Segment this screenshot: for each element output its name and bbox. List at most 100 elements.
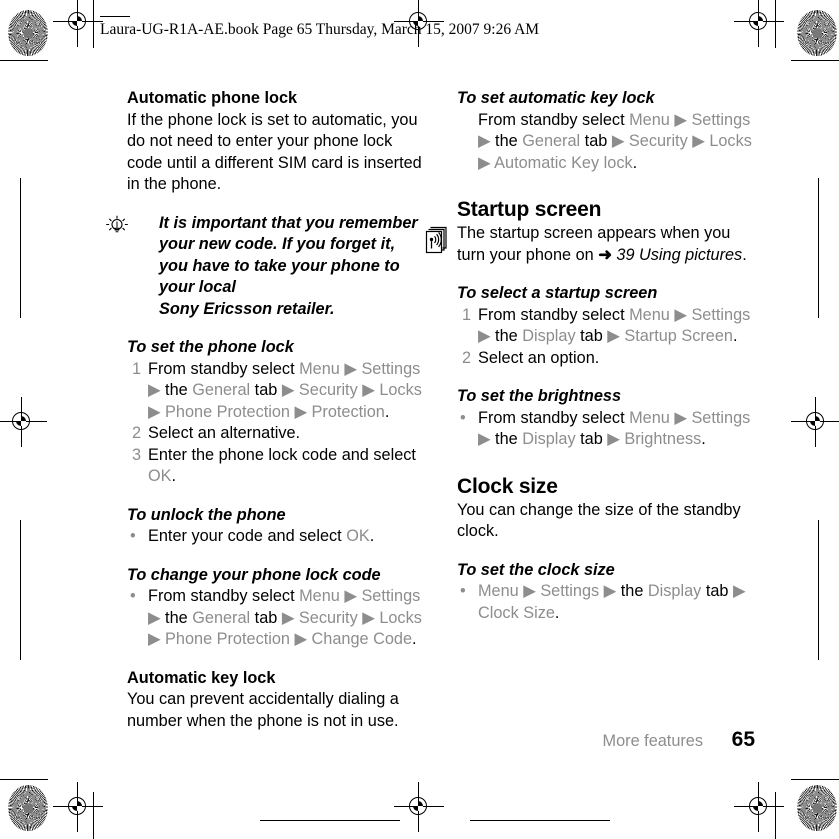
tip-note: It is important that you remember your n… — [106, 213, 425, 321]
instruction-step: • From standby select Menu ▶ Settings ▶ th… — [127, 586, 425, 651]
crop-mark — [0, 60, 48, 61]
instruction-step: 1 From standby select Menu ▶ Settings ▶ th… — [457, 305, 755, 348]
star-target-top-right — [797, 10, 837, 56]
step-number: 3 — [131, 445, 141, 464]
note-signal-icon — [424, 226, 450, 254]
step-number: 2 — [131, 424, 141, 442]
heading-to-select-a-startup-screen: To select a startup screen — [457, 284, 658, 302]
instruction-step: 3 Enter the phone lock code and select OK. — [127, 445, 425, 488]
registration-mark-middle-right — [791, 397, 839, 447]
crop-mark — [791, 779, 839, 780]
header-rule — [100, 16, 130, 17]
tip-note-text-line4: Sony Ericsson retailer. — [159, 299, 335, 318]
startup-screen-note: The startup screen appears when you turn… — [425, 223, 755, 266]
steps-to-set-the-clock-size: • Menu ▶ Settings ▶ the Display tab ▶ Clo… — [457, 581, 755, 624]
lightbulb-icon — [105, 215, 129, 239]
trim-tick — [20, 178, 21, 318]
step-number: 2 — [461, 348, 471, 367]
instruction-step: From standby select Menu ▶ Settings ▶ the… — [457, 110, 755, 175]
file-header-text: Laura-UG-R1A-AE.book Page 65 Thursday, M… — [100, 21, 540, 38]
instruction-step: 2 Select an option. — [457, 348, 755, 370]
step-text: From standby select Menu ▶ Settings ▶ the… — [478, 408, 751, 449]
registration-mark-bottom-center — [394, 782, 444, 832]
heading-to-set-the-clock-size: To set the clock size — [457, 560, 615, 579]
registration-mark-top-right — [734, 0, 784, 47]
left-text-column: Automatic phone lock If the phone lock i… — [106, 88, 425, 732]
heading-startup-screen: Startup screen — [457, 198, 602, 221]
step-text: Select an option. — [478, 348, 600, 367]
trim-tick — [260, 820, 400, 821]
steps-to-set-the-brightness: • From standby select Menu ▶ Settings ▶ th… — [457, 408, 755, 451]
step-text: Select an alternative. — [148, 424, 301, 442]
steps-to-set-the-phone-lock: 1 From standby select Menu ▶ Settings ▶ th… — [127, 359, 425, 488]
star-target-bottom-left — [8, 785, 48, 831]
trim-tick — [470, 820, 610, 821]
star-target-top-left — [8, 10, 48, 56]
step-bullet: • — [460, 408, 466, 427]
steps-to-unlock-the-phone: • Enter your code and select OK. — [127, 526, 425, 548]
instruction-step: 1 From standby select Menu ▶ Settings ▶ th… — [127, 359, 425, 424]
crop-mark — [775, 0, 776, 48]
registration-mark-middle-left — [0, 397, 47, 447]
heading-to-change-your-phone-lock-code: To change your phone lock code — [127, 565, 381, 584]
trim-tick — [20, 520, 21, 660]
startup-screen-note-text: The startup screen appears when you turn… — [457, 224, 747, 264]
registration-mark-bottom-right — [734, 782, 784, 832]
crop-mark — [791, 60, 839, 61]
crop-mark — [0, 779, 48, 780]
step-text: From standby select Menu ▶ Settings ▶ the… — [478, 110, 752, 172]
step-text: From standby select Menu ▶ Settings ▶ the… — [478, 305, 751, 346]
right-text-column: To set automatic key lock From standby s… — [425, 88, 755, 624]
trim-tick — [818, 520, 819, 660]
heading-to-unlock-the-phone: To unlock the phone — [127, 505, 286, 524]
paragraph-automatic-phone-lock: If the phone lock is set to automatic, y… — [127, 110, 422, 194]
heading-automatic-key-lock: Automatic key lock — [127, 668, 276, 687]
printed-page: Laura-UG-R1A-AE.book Page 65 Thursday, M… — [0, 0, 839, 839]
trim-tick — [818, 178, 819, 318]
star-target-bottom-right — [797, 785, 837, 831]
paragraph-clock-size: You can change the size of the standby c… — [457, 500, 741, 541]
footer-page-number: 65 — [731, 728, 755, 751]
registration-mark-bottom-left — [53, 782, 103, 832]
step-text: From standby select Menu ▶ Settings ▶ the… — [148, 587, 422, 648]
crop-mark — [93, 0, 94, 48]
footer-chapter-label: More features — [602, 732, 703, 750]
instruction-step: • From standby select Menu ▶ Settings ▶ th… — [457, 408, 755, 451]
heading-to-set-the-phone-lock: To set the phone lock — [127, 338, 294, 356]
heading-to-set-automatic-key-lock: To set automatic key lock — [457, 89, 655, 107]
step-text: Menu ▶ Settings ▶ the Display tab ▶ Cloc… — [478, 582, 746, 622]
step-text: From standby select Menu ▶ Settings ▶ the… — [148, 359, 422, 421]
steps-to-set-automatic-key-lock: From standby select Menu ▶ Settings ▶ the… — [457, 110, 755, 175]
instruction-step: • Enter your code and select OK. — [127, 526, 425, 548]
step-bullet: • — [130, 527, 136, 545]
crop-mark — [93, 792, 94, 839]
step-bullet: • — [460, 582, 466, 600]
instruction-step: 2 Select an alternative. — [127, 423, 425, 445]
registration-mark-top-left — [53, 0, 103, 47]
instruction-step: • Menu ▶ Settings ▶ the Display tab ▶ Clo… — [457, 581, 755, 624]
heading-automatic-phone-lock: Automatic phone lock — [127, 89, 298, 107]
step-bullet: • — [130, 587, 136, 605]
step-text: Enter your code and select OK. — [148, 527, 375, 545]
steps-to-change-your-phone-lock-code: • From standby select Menu ▶ Settings ▶ th… — [127, 586, 425, 651]
step-text: Enter the phone lock code and select OK. — [148, 445, 416, 486]
crop-mark — [775, 792, 776, 839]
step-number: 1 — [131, 359, 141, 378]
page-footer: More features 65 — [457, 728, 755, 752]
step-number: 1 — [461, 305, 471, 324]
steps-to-select-a-startup-screen: 1 From standby select Menu ▶ Settings ▶ th… — [457, 305, 755, 370]
heading-to-set-the-brightness: To set the brightness — [457, 387, 622, 405]
heading-clock-size: Clock size — [457, 474, 558, 498]
paragraph-automatic-key-lock: You can prevent accidentally dialing a n… — [127, 690, 399, 730]
tip-note-text: It is important that you remember your n… — [159, 213, 418, 297]
